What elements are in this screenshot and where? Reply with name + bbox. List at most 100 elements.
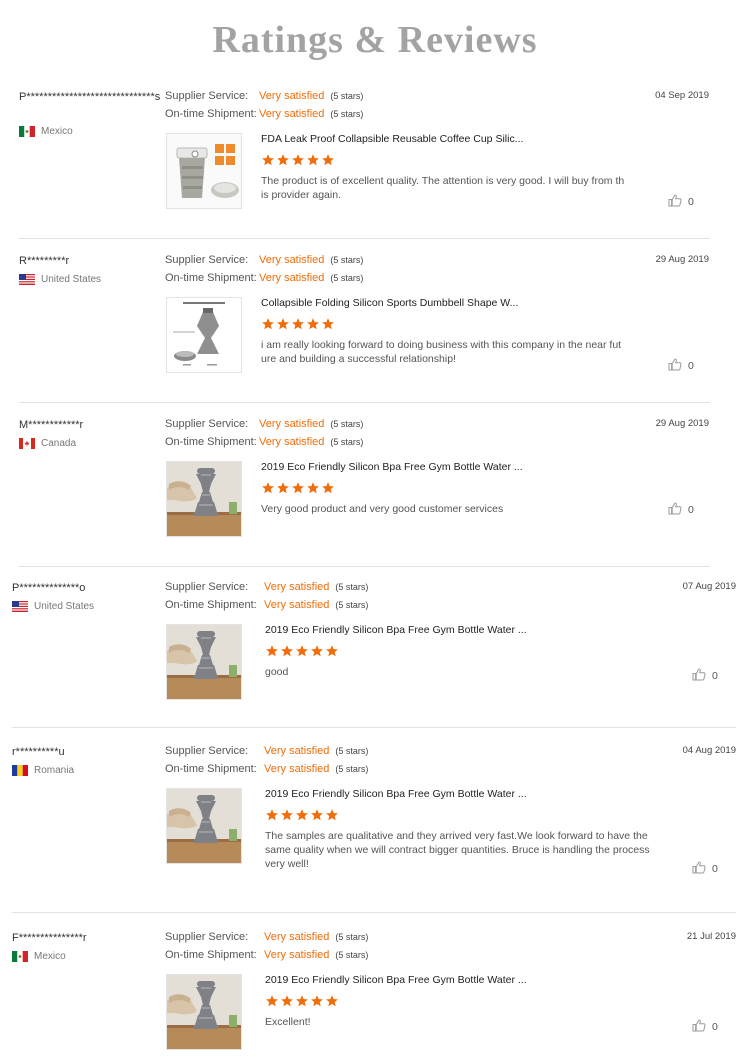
ontime-shipment-stars: (5 stars) — [335, 600, 369, 610]
ontime-shipment-stars: (5 stars) — [330, 437, 364, 447]
product-thumbnail[interactable] — [166, 461, 242, 537]
thumbs-up-icon — [668, 502, 688, 518]
usa-flag-icon — [12, 601, 28, 612]
star-icon — [280, 644, 294, 663]
product-thumbnail[interactable] — [166, 133, 242, 209]
star-icon — [295, 994, 309, 1013]
star-icon — [276, 153, 290, 172]
star-icon — [265, 994, 279, 1013]
country-label: Canada — [41, 438, 77, 449]
star-icon — [306, 153, 320, 172]
product-thumbnail[interactable] — [166, 788, 242, 864]
supplier-service-label: Supplier Service: — [165, 418, 249, 430]
review-date: 04 Aug 2019 — [682, 745, 736, 756]
like-button[interactable]: 0 — [668, 502, 694, 518]
ontime-shipment-value: Very satisfied — [259, 436, 325, 448]
like-button[interactable]: 0 — [668, 358, 694, 374]
supplier-service-label: Supplier Service: — [165, 745, 249, 757]
star-icon — [325, 994, 339, 1013]
product-thumbnail[interactable] — [166, 624, 242, 700]
like-count: 0 — [712, 670, 718, 682]
product-thumbnail[interactable] — [166, 974, 242, 1050]
star-icon — [280, 994, 294, 1013]
supplier-service-value: Very satisfied — [264, 745, 330, 757]
country-label: Romania — [34, 765, 75, 776]
review-date: 21 Jul 2019 — [686, 931, 736, 942]
product-title-link[interactable]: 2019 Eco Friendly Silicon Bpa Free Gym B… — [261, 461, 523, 473]
thumbs-up-icon — [668, 358, 688, 374]
product-title-link[interactable]: 2019 Eco Friendly Silicon Bpa Free Gym B… — [265, 624, 527, 636]
reviewer-name: M************r — [19, 419, 84, 431]
review-stars — [261, 481, 335, 500]
supplier-service-stars: (5 stars) — [330, 419, 364, 429]
star-icon — [276, 481, 290, 500]
romania-flag-icon — [12, 765, 28, 776]
reviewer-country: Canada — [19, 438, 76, 449]
product-title-link[interactable]: Collapsible Folding Silicon Sports Dumbb… — [261, 297, 518, 309]
review-divider — [12, 912, 736, 913]
review-comment: Excellent! — [265, 1016, 311, 1028]
reviewer-name: P**************o — [12, 582, 86, 594]
review-date: 04 Sep 2019 — [655, 90, 709, 101]
supplier-service-stars: (5 stars) — [330, 91, 364, 101]
star-icon — [306, 481, 320, 500]
review-divider — [19, 238, 710, 239]
star-icon — [295, 644, 309, 663]
ontime-shipment-stars: (5 stars) — [330, 273, 364, 283]
review-stars — [265, 644, 339, 663]
ontime-shipment-label: On-time Shipment: — [165, 272, 257, 284]
supplier-service-stars: (5 stars) — [330, 255, 364, 265]
star-icon — [291, 481, 305, 500]
review-comment: good — [265, 666, 289, 678]
product-title-link[interactable]: 2019 Eco Friendly Silicon Bpa Free Gym B… — [265, 974, 527, 986]
star-icon — [265, 644, 279, 663]
review-comment: Very good product and very good customer… — [261, 503, 504, 515]
like-button[interactable]: 0 — [692, 861, 718, 877]
star-icon — [306, 317, 320, 336]
review-comment: The product is of excellent quality. The… — [261, 175, 625, 201]
product-thumbnail[interactable] — [166, 297, 242, 373]
review-divider — [12, 727, 736, 728]
country-label: Mexico — [34, 951, 66, 962]
product-title-link[interactable]: FDA Leak Proof Collapsible Reusable Coff… — [261, 133, 523, 145]
like-count: 0 — [688, 196, 694, 208]
page-heading: Ratings & Reviews — [212, 19, 538, 61]
country-label: United States — [34, 601, 95, 612]
review-comment: i am really looking forward to doing bus… — [261, 339, 622, 365]
star-icon — [295, 808, 309, 827]
like-button[interactable]: 0 — [692, 668, 718, 684]
star-icon — [325, 644, 339, 663]
star-icon — [321, 317, 335, 336]
ontime-shipment-stars: (5 stars) — [335, 950, 369, 960]
reviewer-name: r**********u — [12, 746, 65, 758]
supplier-service-rating: Supplier Service: Very satisfied (5 stars) — [165, 254, 363, 266]
like-button[interactable]: 0 — [668, 194, 694, 210]
star-icon — [291, 317, 305, 336]
ontime-shipment-rating: On-time Shipment: Very satisfied (5 stars) — [165, 108, 363, 120]
supplier-service-rating: Supplier Service: Very satisfied (5 stars) — [165, 745, 368, 757]
supplier-service-label: Supplier Service: — [165, 931, 249, 943]
star-icon — [310, 994, 324, 1013]
review-date: 29 Aug 2019 — [655, 254, 709, 265]
country-label: Mexico — [41, 126, 73, 137]
supplier-service-stars: (5 stars) — [335, 582, 369, 592]
ontime-shipment-rating: On-time Shipment: Very satisfied (5 stars) — [165, 763, 368, 775]
like-button[interactable]: 0 — [692, 1019, 718, 1035]
thumbs-up-icon — [668, 194, 688, 210]
ontime-shipment-value: Very satisfied — [264, 763, 330, 775]
product-title-link[interactable]: 2019 Eco Friendly Silicon Bpa Free Gym B… — [265, 788, 527, 800]
thumbs-up-icon — [692, 1019, 712, 1035]
review-divider — [19, 566, 710, 567]
review-divider — [19, 402, 710, 403]
star-icon — [265, 808, 279, 827]
country-label: United States — [41, 274, 102, 285]
supplier-service-label: Supplier Service: — [165, 90, 249, 102]
review-date: 07 Aug 2019 — [682, 581, 736, 592]
star-icon — [310, 644, 324, 663]
like-count: 0 — [712, 863, 718, 875]
star-icon — [321, 481, 335, 500]
reviewer-name: R*********r — [19, 255, 70, 267]
reviewer-name: P******************************s — [19, 91, 161, 103]
star-icon — [310, 808, 324, 827]
reviewer-country: United States — [19, 274, 101, 285]
